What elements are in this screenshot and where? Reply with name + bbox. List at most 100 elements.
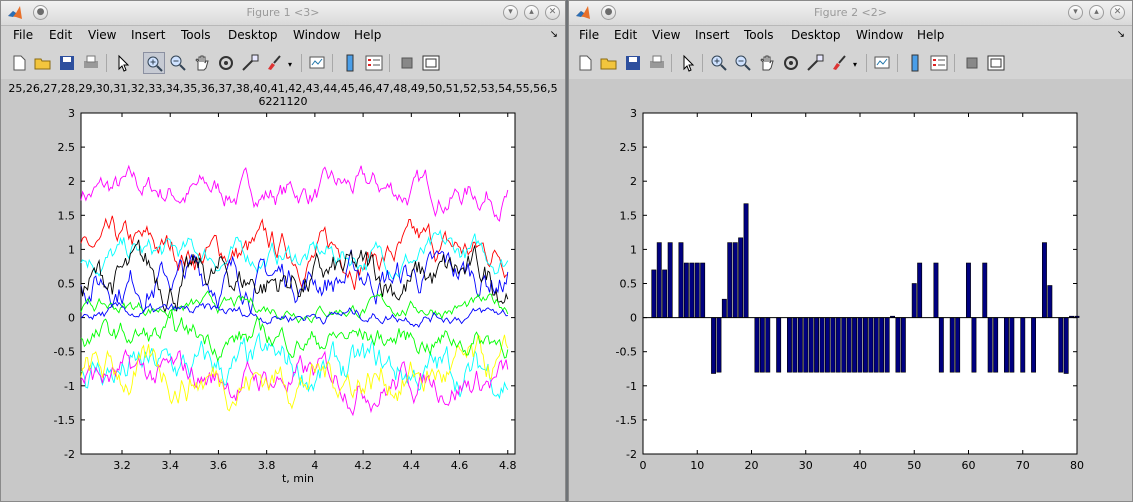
legend-button[interactable]: [928, 52, 950, 74]
y-tick-label: 0.5: [58, 278, 76, 291]
legend-icon: [930, 55, 948, 71]
rotate-3d-button[interactable]: [215, 52, 237, 74]
bar: [1009, 317, 1015, 373]
link-plot-button[interactable]: [306, 52, 328, 74]
menu-view[interactable]: View: [652, 28, 680, 42]
arrow-cursor-icon: [683, 54, 695, 72]
brush-button[interactable]: [263, 52, 285, 74]
show-plot-tools-button[interactable]: [420, 52, 442, 74]
bar: [667, 242, 673, 318]
bar: [678, 242, 684, 318]
colorbar-button[interactable]: [339, 52, 361, 74]
legend-button[interactable]: [363, 52, 385, 74]
maximize-button[interactable]: ▴: [1089, 5, 1104, 20]
data-cursor-icon: [242, 54, 259, 71]
menu-desktop[interactable]: Desktop: [791, 28, 841, 42]
title-bar[interactable]: ● Figure 1 <3> ▾ ▴ ✕: [1, 1, 565, 26]
brush-dropdown-arrow-icon[interactable]: ▾: [853, 60, 857, 69]
dock-arrow-icon[interactable]: ↘: [1117, 29, 1125, 40]
bar: [1020, 317, 1026, 373]
hide-tools-icon: [966, 57, 978, 69]
y-tick-label: 0: [630, 312, 637, 325]
menu-desktop[interactable]: Desktop: [228, 28, 278, 42]
open-file-button[interactable]: [598, 52, 620, 74]
open-file-button[interactable]: [32, 52, 54, 74]
zoom-in-button[interactable]: [708, 52, 730, 74]
bar: [933, 262, 939, 318]
brush-button[interactable]: [828, 52, 850, 74]
show-plot-tools-button[interactable]: [985, 52, 1007, 74]
bar-chart[interactable]: 32.521.510.50-0.5-1-1.5-20 10 20 30 40 50 60 70…: [569, 79, 1132, 501]
menu-tools[interactable]: Tools: [181, 28, 211, 42]
y-tick-label: 0.5: [620, 278, 638, 291]
menu-edit[interactable]: Edit: [49, 28, 72, 42]
minimize-button[interactable]: ▾: [503, 5, 518, 20]
save-button[interactable]: [622, 52, 644, 74]
menu-window[interactable]: Window: [293, 28, 340, 42]
print-button[interactable]: [646, 52, 668, 74]
zoom-out-button[interactable]: [167, 52, 189, 74]
y-tick-label: -0.5: [616, 346, 637, 359]
rotate-3d-button[interactable]: [780, 52, 802, 74]
zoom-out-button[interactable]: [732, 52, 754, 74]
y-tick-label: 1: [630, 243, 637, 256]
data-cursor-button[interactable]: [239, 52, 261, 74]
colorbar-button[interactable]: [904, 52, 926, 74]
figure-2-window: ● Figure 2 <2> ▾ ▴ ✕ File Edit View Inse…: [568, 0, 1133, 502]
menu-tools[interactable]: Tools: [744, 28, 774, 42]
x-tick-label: 30: [799, 459, 813, 472]
bar: [797, 317, 803, 373]
bar: [824, 317, 830, 373]
window-title: Figure 2 <2>: [813, 6, 887, 19]
link-plot-button[interactable]: [871, 52, 893, 74]
figure-canvas[interactable]: 25,26,27,28,29,30,31,32,33,34,35,36,37,3…: [1, 79, 565, 501]
edit-plot-button[interactable]: [677, 52, 699, 74]
figure-canvas[interactable]: 3 2.5 2 1.5 1 0.5 0 -0.5 -1 -1.5 -2 0 10 20 30 40 50 60 70…: [569, 79, 1132, 501]
minimize-button[interactable]: ▾: [1068, 5, 1083, 20]
menu-insert[interactable]: Insert: [695, 28, 729, 42]
bar: [862, 317, 868, 373]
bar: [868, 317, 874, 373]
print-icon: [650, 55, 664, 68]
bar: [808, 317, 814, 373]
menu-file[interactable]: File: [13, 28, 33, 42]
hide-plot-tools-button[interactable]: [396, 52, 418, 74]
close-button[interactable]: ✕: [1110, 5, 1125, 20]
maximize-button[interactable]: ▴: [524, 5, 539, 20]
new-figure-button[interactable]: [574, 52, 596, 74]
y-tick-label: 3: [630, 107, 637, 120]
bar: [721, 298, 727, 318]
menu-edit[interactable]: Edit: [614, 28, 637, 42]
menu-view[interactable]: View: [88, 28, 116, 42]
brush-dropdown-arrow-icon[interactable]: ▾: [288, 60, 292, 69]
bar: [700, 262, 706, 318]
menu-insert[interactable]: Insert: [131, 28, 165, 42]
link-plot-icon: [309, 56, 325, 69]
bar: [900, 317, 906, 373]
new-figure-button[interactable]: [8, 52, 30, 74]
zoom-in-button[interactable]: [143, 52, 165, 74]
y-tick-label: 2.5: [58, 141, 76, 154]
pan-button[interactable]: [756, 52, 778, 74]
x-tick-label: 40: [853, 459, 867, 472]
bar: [993, 317, 999, 373]
hide-plot-tools-button[interactable]: [961, 52, 983, 74]
data-cursor-button[interactable]: [804, 52, 826, 74]
title-bar[interactable]: ● Figure 2 <2> ▾ ▴ ✕: [569, 1, 1132, 26]
toolbar: ▾: [569, 48, 1132, 78]
print-button[interactable]: [80, 52, 102, 74]
edit-plot-button[interactable]: [112, 52, 134, 74]
menu-window[interactable]: Window: [856, 28, 903, 42]
menu-file[interactable]: File: [579, 28, 599, 42]
menu-help[interactable]: Help: [917, 28, 944, 42]
x-tick-label: 3.2: [113, 459, 131, 472]
menu-help[interactable]: Help: [354, 28, 381, 42]
pan-button[interactable]: [191, 52, 213, 74]
save-button[interactable]: [56, 52, 78, 74]
line-chart[interactable]: 3 2.5 2 1.5 1 0.5 0 -0.5 -1 -1.5 -2 3.2 3.4 3.6 3.8 4 4.…: [1, 79, 565, 501]
bar: [982, 262, 988, 318]
bar: [911, 283, 917, 318]
dock-arrow-icon[interactable]: ↘: [550, 29, 558, 40]
zoom-out-icon: [170, 55, 186, 71]
close-button[interactable]: ✕: [545, 5, 560, 20]
